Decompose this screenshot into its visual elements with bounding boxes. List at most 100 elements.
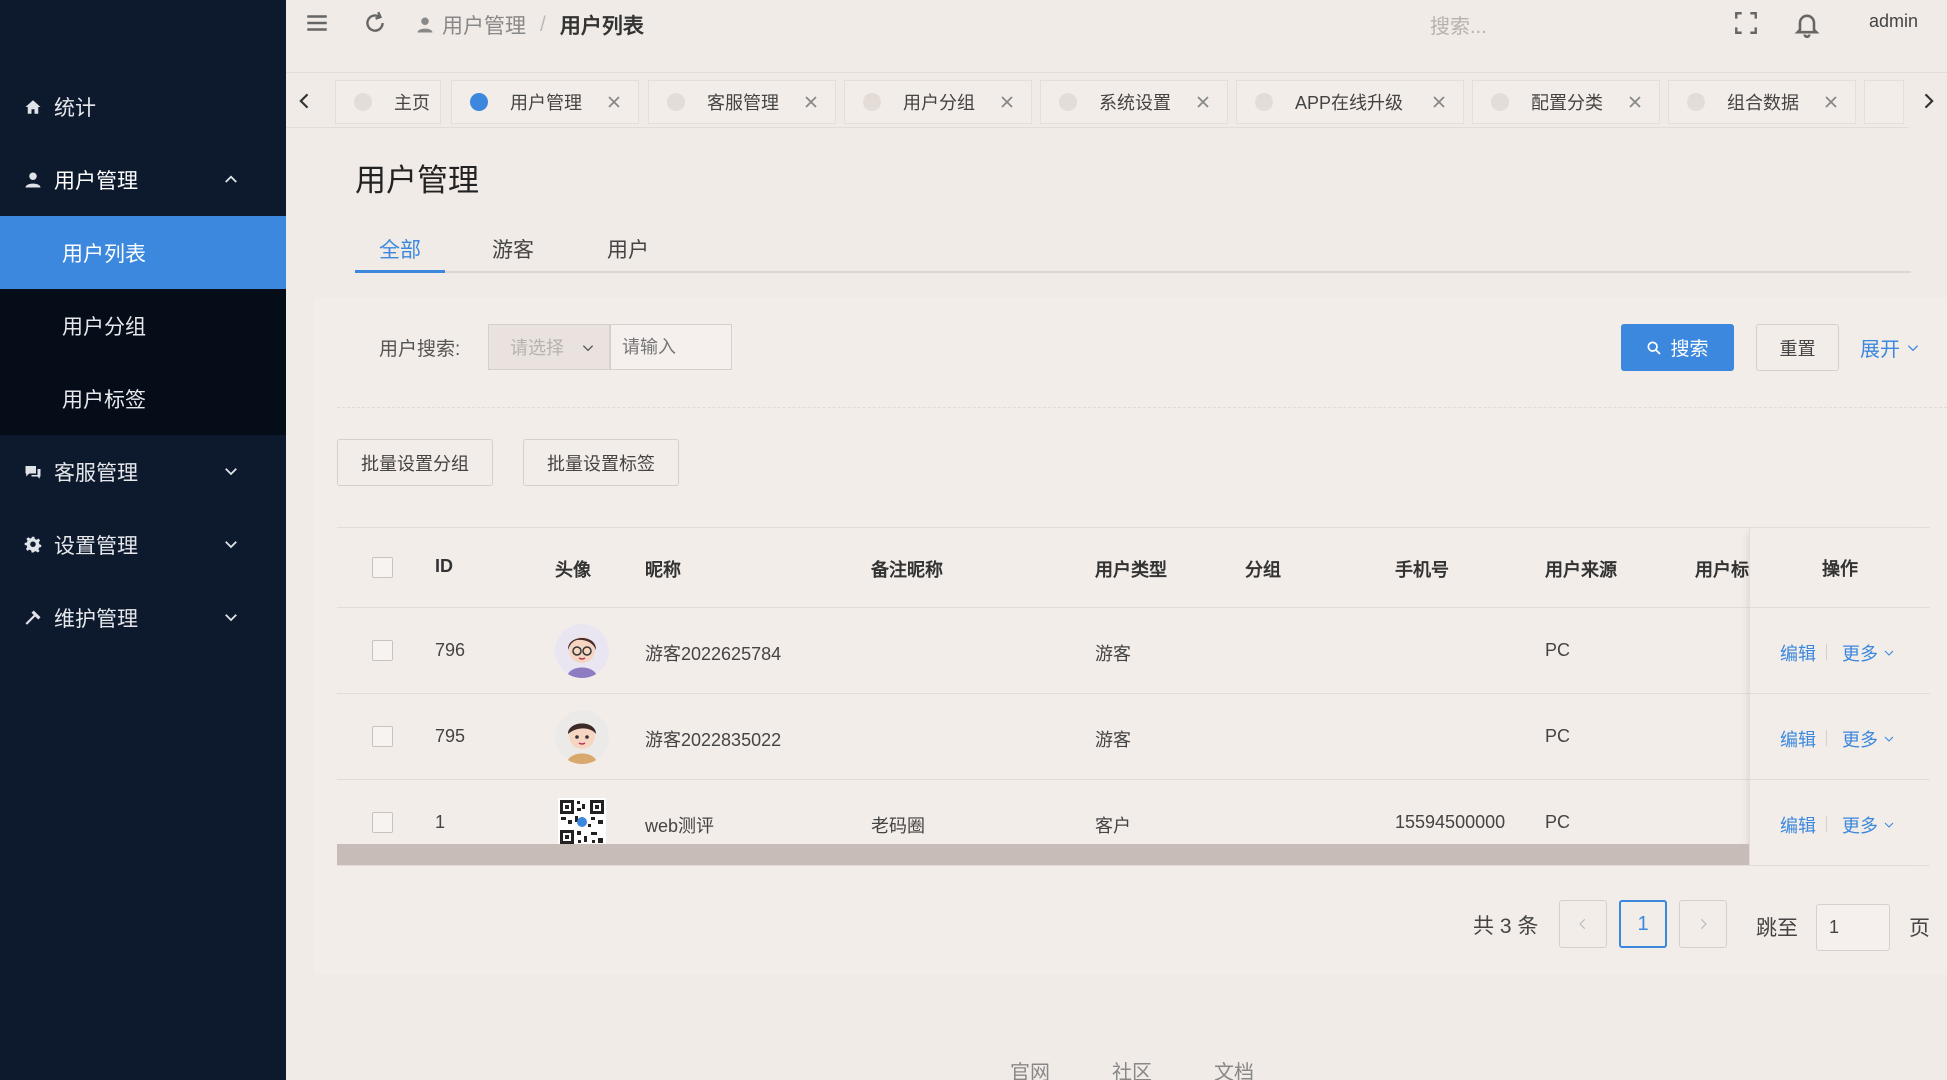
tab-customer-service[interactable]: 客服管理: [648, 80, 836, 124]
tab-label: 客服管理: [707, 93, 779, 113]
chevron-down-icon: [225, 468, 237, 476]
edit-link[interactable]: 编辑: [1780, 726, 1816, 752]
chevron-down-icon: [1907, 344, 1919, 351]
prev-page-button[interactable]: [1559, 900, 1607, 948]
footer-link-docs[interactable]: 文档: [1214, 1056, 1254, 1080]
more-label: 更多: [1842, 730, 1878, 750]
more-dropdown[interactable]: 更多: [1842, 640, 1895, 666]
footer-link-community[interactable]: 社区: [1112, 1056, 1152, 1080]
tab-config-category[interactable]: 配置分类: [1472, 80, 1660, 124]
tab-label: 系统设置: [1099, 93, 1171, 113]
chevron-down-icon: [1884, 650, 1894, 656]
breadcrumb-item[interactable]: 用户管理: [442, 10, 526, 40]
horizontal-scrollbar[interactable]: [337, 844, 1749, 865]
hammer-icon: [22, 607, 44, 629]
menu-icon[interactable]: [304, 10, 330, 36]
reset-button[interactable]: 重置: [1756, 324, 1839, 371]
expand-toggle[interactable]: 展开: [1860, 333, 1920, 362]
close-icon[interactable]: [1823, 94, 1839, 110]
row-checkbox[interactable]: [372, 726, 393, 747]
edit-link[interactable]: 编辑: [1780, 640, 1816, 666]
sidebar-item-stats[interactable]: 统计: [0, 70, 286, 143]
select-placeholder: 请选择: [510, 338, 564, 358]
jump-label: 跳至: [1756, 917, 1798, 940]
column-header: 手机号: [1395, 560, 1449, 580]
batch-set-tag-button[interactable]: 批量设置标签: [523, 439, 679, 486]
next-page-button[interactable]: [1679, 900, 1727, 948]
cell-type: 客户: [1095, 816, 1131, 836]
user-menu[interactable]: admin: [1869, 11, 1918, 32]
tab-home[interactable]: 主页: [335, 80, 441, 124]
page-title: 用户管理: [355, 163, 479, 198]
sidebar-subitem-user-tag[interactable]: 用户标签: [0, 362, 286, 435]
close-icon[interactable]: [606, 94, 622, 110]
edit-link[interactable]: 编辑: [1780, 812, 1816, 838]
operations-column: 操作 编辑 更多 编辑 更多 编辑 更多: [1749, 527, 1930, 865]
op-separator: [1826, 816, 1827, 832]
sidebar-item-label: 设置管理: [54, 534, 138, 558]
search-button[interactable]: 搜索: [1621, 324, 1734, 371]
batch-set-group-button[interactable]: 批量设置分组: [337, 439, 493, 486]
gear-icon: [22, 534, 44, 556]
sidebar-subitem-user-group[interactable]: 用户分组: [0, 289, 286, 362]
page-number-current[interactable]: 1: [1619, 900, 1667, 948]
cell-id: 796: [435, 640, 466, 660]
chevron-down-icon: [582, 345, 594, 352]
more-dropdown[interactable]: 更多: [1842, 726, 1895, 752]
top-header: 用户管理 / 用户列表 搜索... admin: [286, 0, 1947, 46]
tab-label: 配置分类: [1531, 93, 1603, 113]
sidebar-item-settings[interactable]: 设置管理: [0, 508, 286, 581]
subtab-user[interactable]: 用户: [607, 234, 649, 264]
column-header: 昵称: [645, 560, 681, 580]
boy-avatar: [555, 710, 609, 764]
sidebar-subitem-user-list[interactable]: 用户列表: [0, 216, 286, 289]
table-row: 796 游客2022625784 游客 PC: [337, 608, 1930, 694]
expand-label: 展开: [1860, 339, 1900, 361]
column-header: 备注昵称: [871, 560, 943, 580]
bell-icon[interactable]: [1793, 10, 1821, 38]
subtab-guest[interactable]: 游客: [492, 234, 534, 264]
breadcrumb-separator: /: [540, 13, 546, 36]
tab-status-dot: [1059, 93, 1077, 111]
sidebar-item-user-management[interactable]: 用户管理: [0, 143, 286, 216]
cell-source: PC: [1545, 640, 1571, 660]
close-icon[interactable]: [803, 94, 819, 110]
divider: [337, 407, 1947, 408]
search-input[interactable]: [610, 324, 732, 370]
close-icon[interactable]: [999, 94, 1015, 110]
chevron-right-icon: [1924, 93, 1934, 109]
sidebar: 统计 用户管理 用户列表 用户分组 用户标签 客服管理 设置管理 维护管理: [0, 0, 286, 1080]
more-dropdown[interactable]: 更多: [1842, 812, 1895, 838]
page-suffix: 页: [1909, 917, 1930, 940]
select-all-checkbox[interactable]: [372, 557, 393, 578]
jump-page-input[interactable]: [1816, 904, 1890, 951]
tab-user-management[interactable]: 用户管理: [451, 80, 639, 124]
subtab-all[interactable]: 全部: [379, 234, 421, 264]
sidebar-item-maintenance[interactable]: 维护管理: [0, 581, 286, 654]
refresh-icon[interactable]: [362, 10, 388, 36]
search-type-select[interactable]: 请选择: [488, 324, 610, 370]
tab-label: 组合数据: [1727, 93, 1799, 113]
close-icon[interactable]: [1627, 94, 1643, 110]
tabs-scroll-left[interactable]: [286, 73, 324, 129]
tabs-scroll-right[interactable]: [1909, 73, 1947, 129]
row-checkbox[interactable]: [372, 812, 393, 833]
tab-user-group[interactable]: 用户分组: [844, 80, 1032, 124]
close-icon[interactable]: [1195, 94, 1211, 110]
cell-source: PC: [1545, 726, 1571, 746]
footer-link-official[interactable]: 官网: [1010, 1056, 1050, 1080]
tab-partial[interactable]: [1864, 80, 1904, 124]
tab-combined-data[interactable]: 组合数据: [1668, 80, 1856, 124]
row-checkbox[interactable]: [372, 640, 393, 661]
table-header: ID 头像 昵称 备注昵称 用户类型 分组 手机号 用户来源 用户标: [337, 527, 1930, 608]
header-search[interactable]: 搜索...: [1430, 10, 1487, 39]
tab-app-upgrade[interactable]: APP在线升级: [1236, 80, 1464, 124]
sidebar-subitem-label: 用户列表: [62, 242, 146, 266]
column-header: 操作: [1822, 559, 1858, 579]
close-icon[interactable]: [1431, 94, 1447, 110]
column-header[interactable]: ID: [435, 556, 453, 577]
tab-status-dot: [1255, 93, 1273, 111]
sidebar-item-customer-service[interactable]: 客服管理: [0, 435, 286, 508]
fullscreen-icon[interactable]: [1733, 10, 1759, 36]
tab-system-settings[interactable]: 系统设置: [1040, 80, 1228, 124]
